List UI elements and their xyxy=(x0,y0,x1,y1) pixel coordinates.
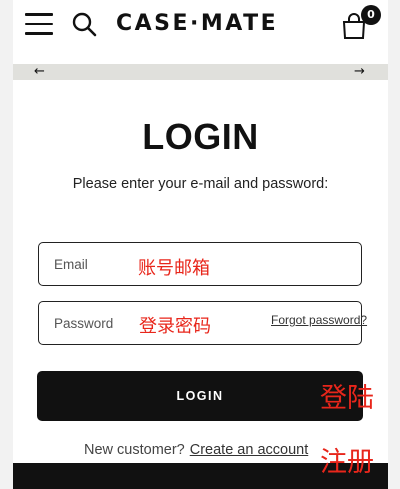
forgot-password-link[interactable]: Forgot password? xyxy=(271,313,367,327)
page-title: LOGIN xyxy=(142,116,259,157)
site-header: CASE·MATE 0 xyxy=(13,0,388,64)
login-annotation: 登陆 xyxy=(320,383,374,414)
signup-prompt: New customer? Create an account xyxy=(84,442,308,458)
login-button[interactable]: LOGIN xyxy=(37,371,363,421)
email-annotation: 账号邮箱 xyxy=(138,258,210,279)
menu-icon[interactable] xyxy=(25,13,55,35)
password-annotation: 登录密码 xyxy=(139,316,211,337)
search-icon[interactable] xyxy=(71,11,97,37)
announcement-bar: ← → xyxy=(13,64,388,80)
brand-logo[interactable]: CASE·MATE xyxy=(116,11,278,37)
create-account-link[interactable]: Create an account xyxy=(190,442,309,458)
new-customer-text: New customer? xyxy=(84,442,185,458)
announcement-next-arrow-icon[interactable]: → xyxy=(354,64,365,80)
cart-count-badge: 0 xyxy=(361,5,381,25)
cart-button[interactable]: 0 xyxy=(342,5,384,39)
announcement-prev-arrow-icon[interactable]: ← xyxy=(34,64,45,80)
login-subtitle: Please enter your e-mail and password: xyxy=(72,176,329,192)
login-page: CASE·MATE 0 ← → LOGIN Please enter your … xyxy=(13,0,388,489)
register-annotation: 注册 xyxy=(320,447,374,478)
